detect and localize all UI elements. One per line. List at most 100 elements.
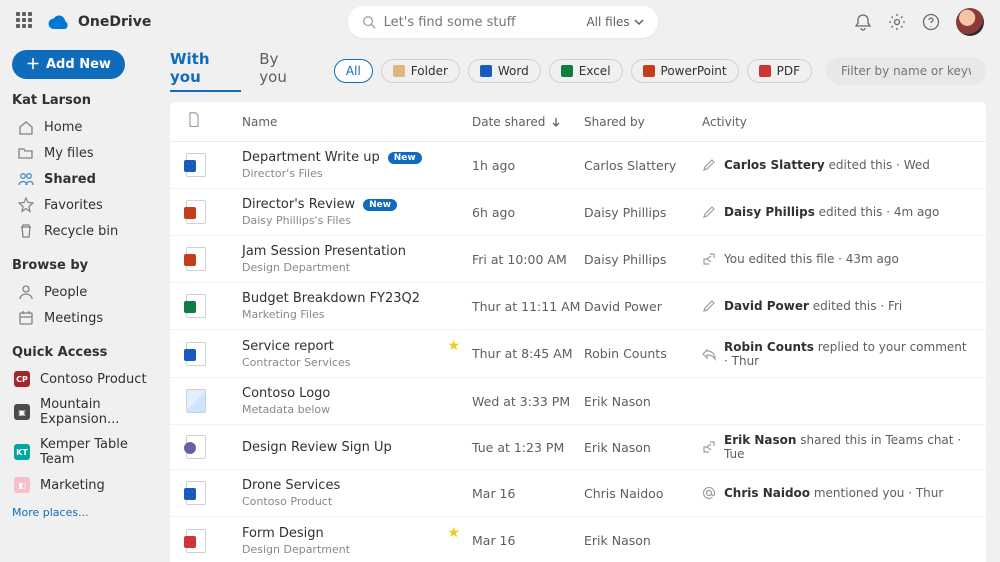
sidebar-item-home[interactable]: Home bbox=[12, 114, 166, 140]
table-row[interactable]: Service report★Contractor ServicesThur a… bbox=[170, 330, 986, 378]
sidebar-item-shared[interactable]: Shared bbox=[12, 166, 166, 192]
trash-icon bbox=[18, 223, 34, 239]
activity-text: Carlos Slattery edited this · Wed bbox=[702, 158, 970, 172]
date-shared: Fri at 10:00 AM bbox=[472, 252, 584, 267]
share-icon bbox=[702, 252, 716, 266]
file-location: Design Department bbox=[242, 261, 472, 274]
word-icon bbox=[480, 65, 492, 77]
add-new-button[interactable]: ＋Add New bbox=[12, 50, 125, 79]
filter-input[interactable] bbox=[826, 57, 986, 85]
edit-icon bbox=[702, 158, 716, 172]
filter-pill-word[interactable]: Word bbox=[468, 59, 541, 83]
filter-pill-excel[interactable]: Excel bbox=[549, 59, 623, 83]
sort-down-icon bbox=[551, 117, 561, 127]
filter-pill-powerpoint[interactable]: PowerPoint bbox=[631, 59, 739, 83]
file-location: Daisy Phillips's Files bbox=[242, 214, 472, 227]
date-shared: 6h ago bbox=[472, 205, 584, 220]
shared-by: Erik Nason bbox=[584, 533, 702, 548]
help-icon[interactable] bbox=[922, 13, 940, 31]
browse-item-people[interactable]: People bbox=[12, 279, 166, 305]
col-activity[interactable]: Activity bbox=[702, 115, 970, 129]
shared-by: Carlos Slattery bbox=[584, 158, 702, 173]
table-row[interactable]: Form Design★Design DepartmentMar 16Erik … bbox=[170, 517, 986, 562]
excel-icon bbox=[561, 65, 573, 77]
file-type-icon bbox=[186, 294, 206, 318]
file-type-icon bbox=[186, 435, 206, 459]
app-header: OneDrive All files bbox=[0, 0, 1000, 44]
activity-text: Daisy Phillips edited this · 4m ago bbox=[702, 205, 970, 219]
edit-icon bbox=[702, 205, 716, 219]
favorite-star-icon[interactable]: ★ bbox=[447, 338, 460, 354]
site-tile-icon: KT bbox=[14, 444, 30, 460]
filter-pill-all[interactable]: All bbox=[334, 59, 373, 83]
table-row[interactable]: Design Review Sign UpTue at 1:23 PMErik … bbox=[170, 425, 986, 470]
new-badge: New bbox=[363, 199, 397, 211]
table-row[interactable]: Drone ServicesContoso ProductMar 16Chris… bbox=[170, 470, 986, 517]
quick-access-item[interactable]: CPContoso Product bbox=[12, 366, 166, 392]
sidebar-item-recycle-bin[interactable]: Recycle bin bbox=[12, 218, 166, 244]
sidebar-item-my-files[interactable]: My files bbox=[12, 140, 166, 166]
new-badge: New bbox=[388, 152, 422, 164]
activity-text: David Power edited this · Fri bbox=[702, 299, 970, 313]
date-shared: Mar 16 bbox=[472, 533, 584, 548]
file-location: Marketing Files bbox=[242, 308, 472, 321]
pdf-icon bbox=[759, 65, 771, 77]
search-scope-dropdown[interactable]: All files bbox=[586, 15, 643, 29]
col-date[interactable]: Date shared bbox=[472, 115, 584, 129]
tab-by-you[interactable]: By you bbox=[259, 50, 308, 92]
quick-access-item[interactable]: ◧Marketing bbox=[12, 472, 166, 498]
search-icon bbox=[362, 15, 376, 29]
sidebar: ＋Add New Kat Larson HomeMy filesSharedFa… bbox=[0, 44, 166, 562]
sidebar-item-favorites[interactable]: Favorites bbox=[12, 192, 166, 218]
bell-icon[interactable] bbox=[854, 13, 872, 31]
file-table: Name Date shared Shared by Activity Depa… bbox=[170, 102, 986, 562]
shared-by: Erik Nason bbox=[584, 394, 702, 409]
reply-icon bbox=[702, 347, 716, 361]
app-name: OneDrive bbox=[78, 14, 151, 30]
table-row[interactable]: Department Write upNewDirector's Files1h… bbox=[170, 142, 986, 189]
table-header: Name Date shared Shared by Activity bbox=[170, 102, 986, 142]
col-shared-by[interactable]: Shared by bbox=[584, 115, 702, 129]
activity-text: Erik Nason shared this in Teams chat · T… bbox=[702, 433, 970, 461]
browse-by-heading: Browse by bbox=[12, 258, 166, 273]
shared-by: David Power bbox=[584, 299, 702, 314]
browse-item-meetings[interactable]: Meetings bbox=[12, 305, 166, 331]
file-type-icon bbox=[186, 481, 206, 505]
user-avatar[interactable] bbox=[956, 8, 984, 36]
quick-access-item[interactable]: KTKemper Table Team bbox=[12, 432, 166, 472]
date-shared: Mar 16 bbox=[472, 486, 584, 501]
file-type-icon bbox=[186, 153, 206, 177]
header-actions bbox=[854, 8, 984, 36]
onedrive-cloud-icon bbox=[48, 15, 70, 29]
search-bar[interactable]: All files bbox=[348, 6, 658, 38]
col-name[interactable]: Name bbox=[242, 115, 472, 129]
table-row[interactable]: Contoso LogoMetadata belowWed at 3:33 PM… bbox=[170, 378, 986, 425]
file-name: Form Design bbox=[242, 526, 324, 541]
gear-icon[interactable] bbox=[888, 13, 906, 31]
person-icon bbox=[18, 284, 34, 300]
shared-by: Chris Naidoo bbox=[584, 486, 702, 501]
app-launcher-icon[interactable] bbox=[16, 12, 36, 32]
search-input[interactable] bbox=[384, 15, 587, 30]
sidebar-user-name: Kat Larson bbox=[12, 93, 166, 108]
date-shared: Thur at 8:45 AM bbox=[472, 346, 584, 361]
more-places-link[interactable]: More places... bbox=[12, 506, 89, 519]
file-name: Director's Review bbox=[242, 197, 355, 212]
share-icon bbox=[702, 440, 716, 454]
table-row[interactable]: Director's Review New Daisy Phillips's Fil… bbox=[170, 189, 986, 236]
file-type-icon bbox=[186, 247, 206, 271]
file-name: Jam Session Presentation bbox=[242, 244, 406, 259]
table-row[interactable]: Jam Session Presentation Design Departmen… bbox=[170, 236, 986, 283]
app-logo: OneDrive bbox=[48, 14, 151, 30]
filter-pill-pdf[interactable]: PDF bbox=[747, 59, 812, 83]
filter-pill-folder[interactable]: Folder bbox=[381, 59, 460, 83]
file-type-icon bbox=[186, 529, 206, 553]
tab-with-you[interactable]: With you bbox=[170, 50, 241, 92]
tabs-row: With you By you All Folder Word Excel PowerPo… bbox=[170, 50, 986, 92]
site-tile-icon: ◧ bbox=[14, 477, 30, 493]
star-icon bbox=[18, 197, 34, 213]
table-row[interactable]: Budget Breakdown FY23Q2Marketing FilesTh… bbox=[170, 283, 986, 330]
favorite-star-icon[interactable]: ★ bbox=[447, 525, 460, 541]
file-location: Contoso Product bbox=[242, 495, 472, 508]
quick-access-item[interactable]: ▣Mountain Expansion... bbox=[12, 392, 166, 432]
